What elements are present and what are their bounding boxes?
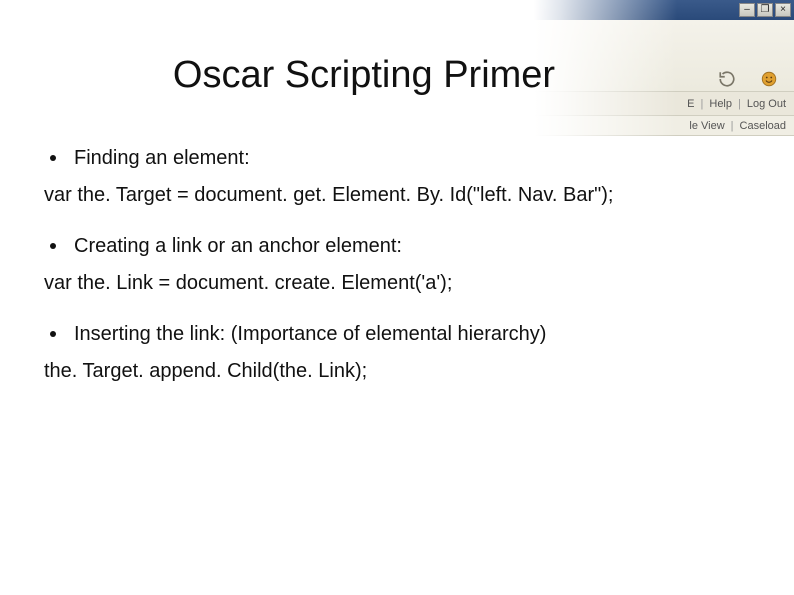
slide-title: Oscar Scripting Primer — [104, 54, 624, 97]
slide-content: Oscar Scripting Primer Finding an elemen… — [0, 0, 794, 447]
bullet-item: Inserting the link: (Importance of eleme… — [44, 323, 750, 346]
bullet-label: Inserting the link: (Importance of eleme… — [74, 323, 546, 346]
bullet-item: Creating a link or an anchor element: — [44, 235, 750, 258]
bullet-item: Finding an element: — [44, 147, 750, 170]
bullet-label: Creating a link or an anchor element: — [74, 235, 402, 258]
bullet-icon — [50, 331, 56, 337]
bullet-icon — [50, 155, 56, 161]
bullet-icon — [50, 243, 56, 249]
code-line: the. Target. append. Child(the. Link); — [44, 360, 750, 383]
code-line: var the. Target = document. get. Element… — [44, 184, 750, 207]
bullet-label: Finding an element: — [74, 147, 250, 170]
code-line: var the. Link = document. create. Elemen… — [44, 272, 750, 295]
